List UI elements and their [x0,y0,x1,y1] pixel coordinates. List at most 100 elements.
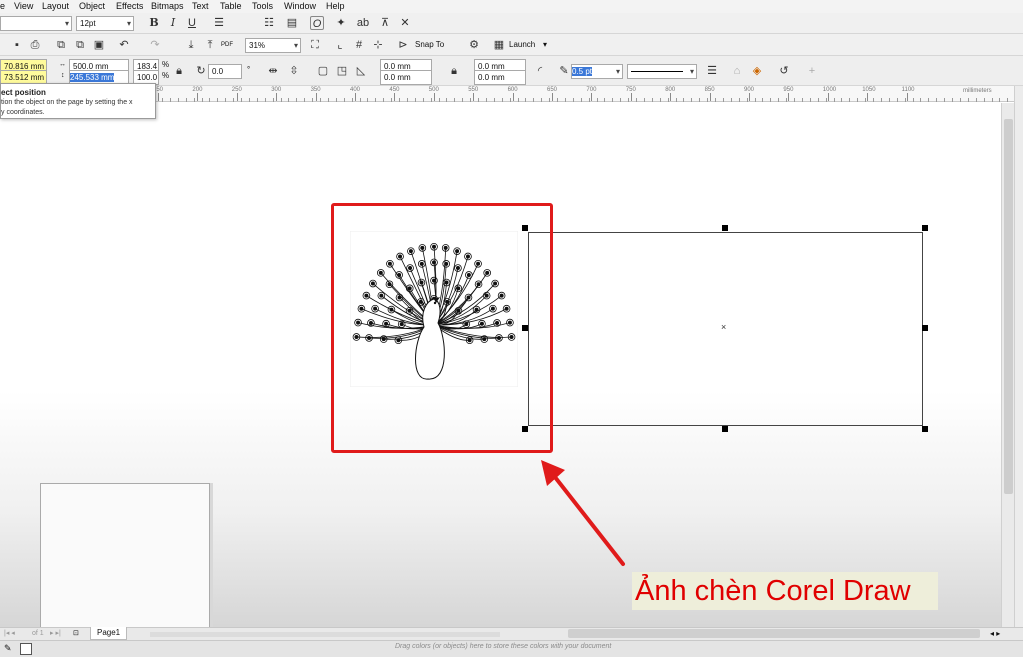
relative-corner-icon[interactable]: ◜ [533,64,547,78]
menu-item-file[interactable]: e [0,0,5,13]
line-style-select[interactable] [627,64,697,79]
lock-ratio-icon[interactable]: 🔒︎ [172,64,186,78]
undo-icon[interactable]: ↶ [117,38,131,52]
menu-item-object[interactable]: Object [79,0,105,13]
ruler-minor-tick [367,98,369,102]
underline-icon[interactable]: U [185,16,199,30]
glyph-icon[interactable]: ✕ [398,16,412,30]
outline-width-select[interactable]: 0.5 pt [571,64,623,79]
menu-item-view[interactable]: View [14,0,33,13]
bullet-list-icon[interactable]: ☷ [262,16,276,30]
scallop-corner-icon[interactable]: ◳ [335,64,349,78]
launch-button[interactable]: Launch [509,39,535,51]
horizontal-scroll-thumb[interactable] [568,629,980,638]
menu-item-help[interactable]: Help [326,0,345,13]
menu-item-table[interactable]: Table [220,0,242,13]
ruler-minor-tick [248,98,250,102]
corner-lock-icon[interactable]: 🔒︎ [447,64,461,78]
ruler-minor-tick [383,98,385,102]
ruler-minor-tick [967,98,969,102]
paste-icon[interactable]: ▣ [92,38,106,52]
menu-item-window[interactable]: Window [284,0,316,13]
add-icon[interactable]: + [805,64,819,78]
drawing-canvas[interactable]: × [0,103,1003,627]
snap-icon[interactable]: ⊳ [396,38,410,52]
drop-cap-icon[interactable]: ▤ [285,16,299,30]
rulers-icon[interactable]: ⌞ [333,38,347,52]
vertical-scroll-thumb[interactable] [1004,119,1013,494]
ruler-minor-tick [162,98,163,102]
ruler-minor-tick [462,98,464,102]
ruler-label: 400 [350,87,361,93]
font-size-select[interactable]: 12pt [76,16,134,31]
wrap-text-icon[interactable]: ☰ [705,64,719,78]
cut-icon[interactable]: ⧉ [54,38,68,52]
to-back-icon[interactable]: ◈ [750,64,764,78]
save-icon[interactable]: ▪ [10,38,24,52]
corner-bottom-right-field[interactable]: 0.0 mm [474,70,526,85]
menu-item-text[interactable]: Text [192,0,209,13]
character-icon[interactable]: ✦ [334,16,348,30]
align-icon[interactable]: ☰ [212,16,226,30]
handle-top-right[interactable] [922,225,928,231]
full-screen-icon[interactable]: ⛶ [308,38,322,52]
round-corner-icon[interactable]: ▢ [316,64,330,78]
copy-icon[interactable]: ⧉ [73,38,87,52]
menu-item-layout[interactable]: Layout [42,0,69,13]
font-family-select[interactable] [0,16,72,31]
handle-top-center[interactable] [722,225,728,231]
scroll-arrows-icon[interactable]: ◂ ▸ [990,628,1000,640]
ruler-minor-tick [936,98,938,102]
edit-text-icon[interactable]: ab [356,16,370,30]
bold-icon[interactable]: B [147,16,161,30]
handle-bottom-center[interactable] [722,426,728,432]
ruler-minor-tick [422,98,424,102]
add-page-icon[interactable]: ⊡ [73,628,79,640]
print-icon[interactable]: ⎙ [28,38,42,52]
launch-icon[interactable]: ▦ [492,38,506,52]
mirror-vertical-icon[interactable]: ⇳ [287,64,301,78]
corner-bottom-left-field[interactable]: 0.0 mm [380,70,432,85]
handle-bottom-right[interactable] [922,426,928,432]
launch-dropdown-icon[interactable]: ▾ [543,39,547,51]
redo-icon[interactable]: ↷ [148,38,162,52]
vertical-scrollbar[interactable] [1001,103,1014,627]
pdf-export-button[interactable]: PDF [221,39,233,51]
ruler-major-tick [670,93,672,101]
handle-middle-right[interactable] [922,325,928,331]
convert-to-curves-icon[interactable]: ↺ [777,64,791,78]
next-page-icon[interactable]: ▸ ▸| [50,628,61,640]
ruler-minor-tick [327,98,329,102]
zoom-select[interactable]: 31% [245,38,301,53]
eyedropper-icon[interactable]: ✎ [4,642,12,654]
ruler-minor-tick [351,98,353,102]
text-frame-icon[interactable]: O [310,16,324,30]
mirror-horizontal-icon[interactable]: ⇹ [266,64,280,78]
import-icon[interactable]: ⤓ [184,38,198,52]
italic-icon[interactable]: I [166,16,180,30]
page-tab-scroll[interactable] [150,632,500,637]
center-marker-icon[interactable]: × [721,322,726,332]
ruler-minor-tick [509,98,511,102]
chamfer-corner-icon[interactable]: ◺ [354,64,368,78]
grid-icon[interactable]: # [352,38,366,52]
menu-item-bitmaps[interactable]: Bitmaps [151,0,184,13]
docker-panel-edge[interactable] [1014,86,1023,631]
rotation-field[interactable]: 0.0 [208,64,242,79]
text-direction-icon[interactable]: ⊼ [378,16,392,30]
ruler-minor-tick [888,98,890,102]
first-page-icon[interactable]: |◂ ◂ [4,628,15,640]
ruler-minor-tick [833,98,835,102]
export-icon[interactable]: ⤒ [203,38,217,52]
to-front-icon[interactable]: ⌂ [730,64,744,78]
no-color-swatch[interactable] [20,643,32,655]
guidelines-icon[interactable]: ⊹ [371,38,385,52]
ruler-minor-tick [841,98,843,102]
ruler-label: 700 [586,87,597,93]
menu-item-tools[interactable]: Tools [252,0,273,13]
snap-to-button[interactable]: Snap To [415,39,444,51]
menu-item-effects[interactable]: Effects [116,0,143,13]
page-tab[interactable]: Page1 [90,627,128,640]
options-gear-icon[interactable]: ⚙ [467,38,481,52]
ruler-label: 300 [271,87,282,93]
